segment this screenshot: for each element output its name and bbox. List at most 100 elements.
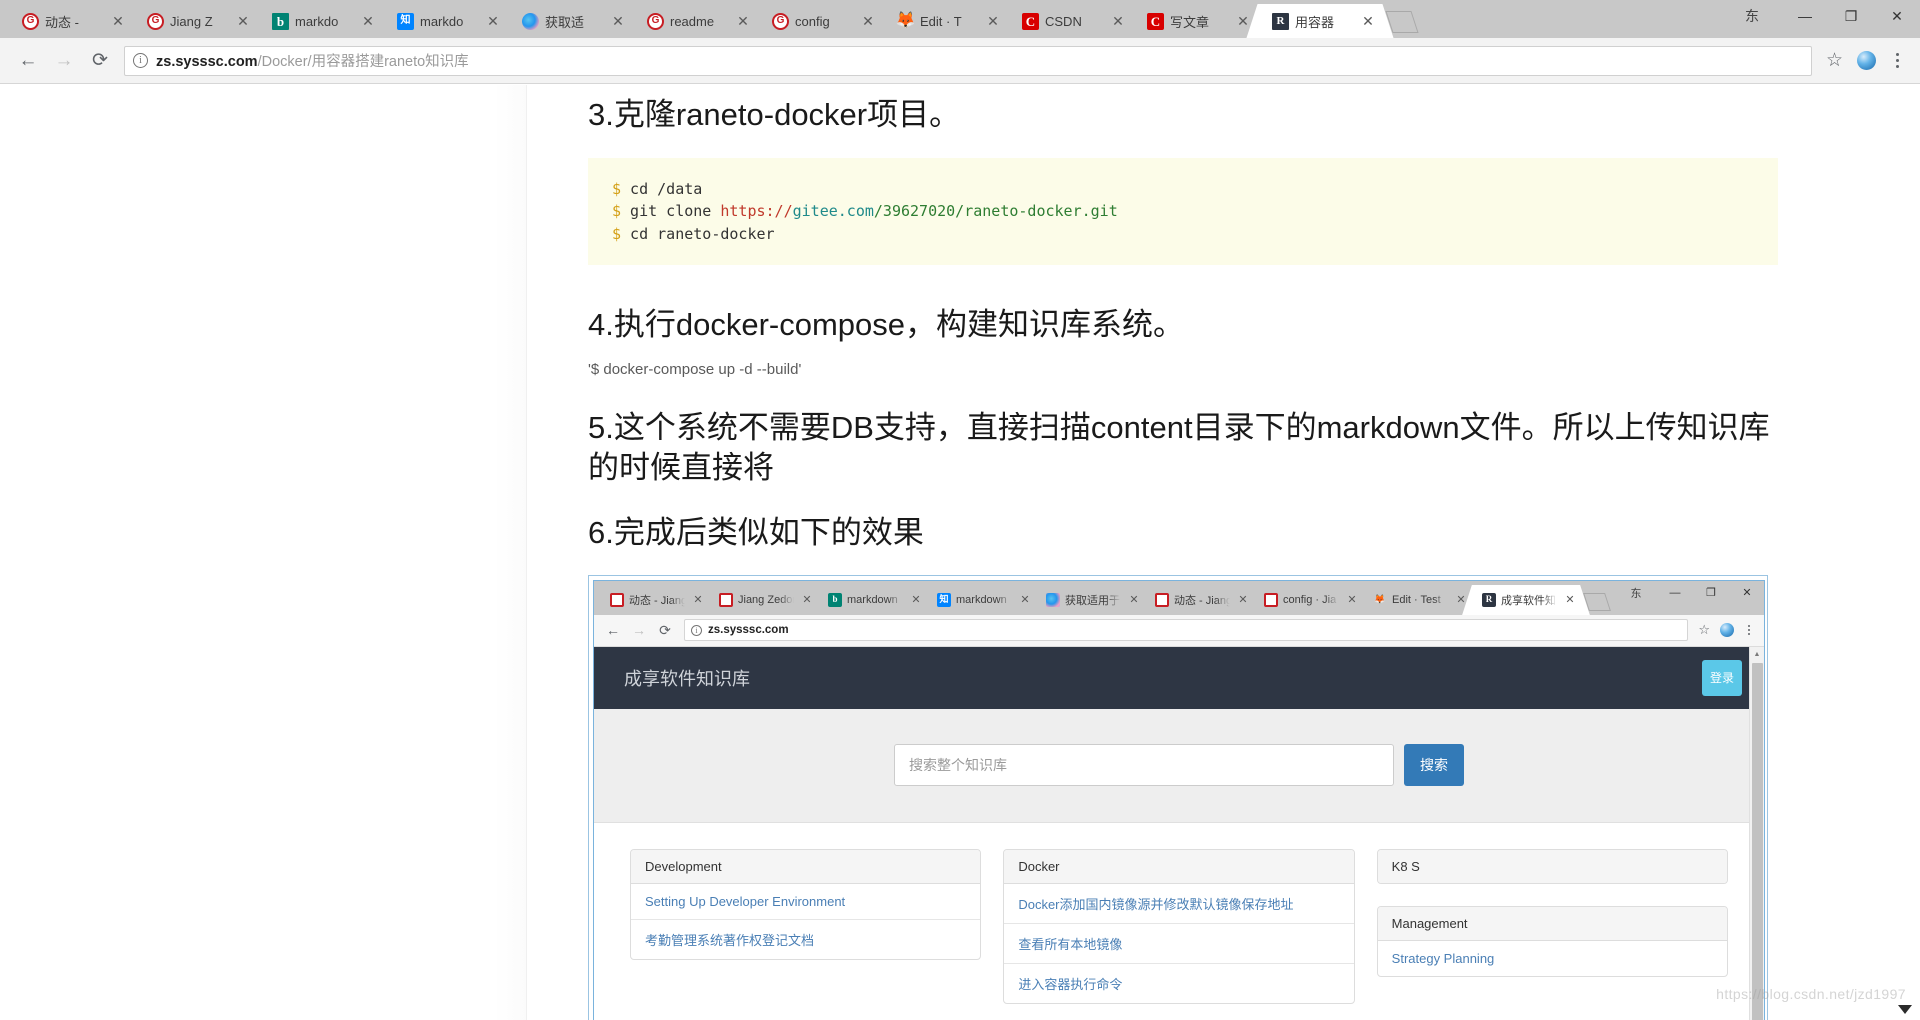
embedded-browser-tab: b markdown ✕ (808, 584, 936, 615)
tab-title: CSDN (1045, 13, 1082, 29)
embedded-browser-tab: Gconfig · Jia ✕ (1244, 584, 1372, 615)
minimize-button[interactable]: — (1782, 0, 1828, 32)
kb-category-title: K8 S (1377, 849, 1727, 883)
embedded-tab-close-icon: ✕ (1456, 594, 1466, 607)
code-url-protocol: https:// (720, 202, 793, 221)
browser-tab[interactable]: 🦊 Edit · T ✕ (871, 4, 1019, 38)
browser-menu-icon[interactable] (1884, 53, 1910, 68)
embedded-tab-close-icon: ✕ (1238, 594, 1248, 607)
kb-category-card: Docker Docker添加国内镜像源并修改默认镜像保存地址 查看所有本地镜像 进入… (1003, 848, 1355, 1004)
tab-title: Jiang Z (170, 13, 213, 29)
tab-close-icon[interactable]: ✕ (483, 11, 503, 31)
browser-tab[interactable]: 获取适 ✕ (496, 4, 644, 38)
window-close-button[interactable]: ✕ (1874, 0, 1920, 32)
embedded-url-text: zs.sysssc.com (708, 624, 789, 637)
extension-icon[interactable] (1857, 51, 1876, 70)
browser-tab[interactable]: G 动态 - ✕ (0, 4, 144, 38)
step-4-note: '$ docker-compose up -d --build' (588, 360, 802, 378)
shell-prompt: $ (612, 202, 622, 221)
kb-article-link: Strategy Planning (1391, 950, 1495, 966)
embedded-close-button: ✕ (1742, 587, 1752, 600)
kb-column: Development Setting Up Developer Environm… (630, 848, 982, 1004)
tab-title: Edit · T (920, 13, 962, 29)
url-domain: zs.sysssc.com (156, 54, 258, 70)
tab-title: readme (670, 13, 715, 29)
page-left-rail (0, 85, 527, 1020)
code-text: cd /data (621, 179, 703, 198)
tab-close-icon[interactable]: ✕ (858, 11, 878, 31)
browser-window: G 动态 - ✕ G Jiang Z ✕ b markdo ✕ 知 markdo ✕ 获取适 ✕ Grea… (0, 0, 1920, 1020)
embedded-tab-title: 获取适用于 (1065, 594, 1120, 607)
browser-tab[interactable]: Greadme ✕ (621, 4, 769, 38)
embedded-tab-title: 动态 - Jiang (629, 594, 685, 607)
embedded-tab-close-icon: ✕ (1565, 594, 1575, 607)
tab-close-icon[interactable]: ✕ (608, 11, 628, 31)
tab-title: 动态 - (45, 14, 79, 30)
kb-search-area: 搜索整个知识库 搜索 (594, 708, 1764, 823)
tab-close-icon[interactable]: ✕ (1108, 11, 1128, 31)
tab-title: markdo (295, 13, 339, 29)
scroll-down-caret-icon (1898, 1005, 1912, 1014)
kb-category-grid: Development Setting Up Developer Environm… (594, 822, 1764, 1004)
forward-icon[interactable]: → (46, 43, 82, 79)
tab-title: markdo (420, 13, 464, 29)
embedded-menu-icon (1740, 625, 1758, 636)
embedded-maximize-button: ❐ (1706, 587, 1716, 600)
browser-tab[interactable]: R 用容器 ✕ (1246, 4, 1394, 38)
kb-category-card: K8 S (1376, 848, 1728, 884)
embedded-tab-close-icon: ✕ (1347, 594, 1357, 607)
tab-close-icon[interactable]: ✕ (108, 11, 128, 31)
browser-tab[interactable]: C 写文章 ✕ (1121, 4, 1269, 38)
embedded-bookmark-star-icon: ☆ (1698, 622, 1710, 638)
embedded-address-bar: i zs.sysssc.com (684, 619, 1689, 642)
maximize-button[interactable]: ❐ (1828, 0, 1874, 32)
embedded-reload-icon: ⟳ (659, 621, 671, 638)
gitee-icon: G (772, 12, 789, 30)
tab-close-icon[interactable]: ✕ (358, 11, 378, 31)
embedded-favicon: 🦊 (1374, 594, 1386, 605)
new-tab-button[interactable] (1385, 9, 1423, 35)
browser-tab[interactable]: Gconfig ✕ (746, 4, 894, 38)
embedded-tab-title: markdown (956, 593, 1007, 606)
embedded-minimize-button: — (1669, 586, 1681, 599)
browser-tab[interactable]: 知 markdo ✕ (371, 4, 519, 38)
gitee-icon: G (147, 12, 164, 30)
embedded-tab-title: config · Jia (1283, 593, 1337, 606)
browser-tab[interactable]: b markdo ✕ (246, 4, 394, 38)
tab-close-icon[interactable]: ✕ (1358, 11, 1378, 31)
gitlab-icon: 🦊 (895, 12, 916, 29)
browser-tab[interactable]: G Jiang Z ✕ (121, 4, 269, 38)
tab-close-icon[interactable]: ✕ (983, 11, 1003, 31)
code-line-2: $ git clone https://gitee.com/39627020/r… (612, 200, 1754, 223)
code-url-path: /39627020/raneto-docker.git (873, 202, 1118, 221)
embedded-tab-title: Jiang Zedon (738, 593, 794, 606)
profile-button[interactable]: 东 (1722, 0, 1782, 32)
url-path: /Docker/用容器搭建raneto知识库 (257, 54, 469, 70)
kb-brand-title: 成享软件知识库 (624, 668, 750, 689)
browser-tab[interactable]: C CSDN ✕ (996, 4, 1144, 38)
gitee-icon: G (647, 12, 664, 30)
tab-close-icon[interactable]: ✕ (1233, 11, 1253, 31)
embedded-browser-tab: 知 markdown ✕ (917, 584, 1045, 615)
embedded-new-tab-button (1583, 591, 1615, 613)
code-block: $ cd /data $ git clone https://gitee.com… (588, 157, 1778, 266)
embedded-back-icon: ← (606, 622, 620, 639)
address-bar[interactable]: i zs.sysssc.com/Docker/用容器搭建raneto知识库 (124, 45, 1812, 76)
embedded-tab-strip: G 动态 - Jiang ✕ G Jiang Zedon ✕ b markdown ✕ 知 mark… (594, 580, 1764, 615)
tab-close-icon[interactable]: ✕ (733, 11, 753, 31)
tab-close-icon[interactable]: ✕ (233, 11, 253, 31)
article-content: 3.克隆raneto-docker项目。 $ cd /data $ git cl… (588, 85, 1778, 1020)
page-viewport: 3.克隆raneto-docker项目。 $ cd /data $ git cl… (0, 85, 1920, 1020)
embedded-favicon: G (1264, 592, 1278, 607)
reload-icon[interactable]: ⟳ (82, 43, 118, 79)
back-icon[interactable]: ← (10, 43, 46, 79)
bookmark-star-icon[interactable]: ☆ (1820, 49, 1849, 72)
kb-login-button: 登录 (1702, 659, 1742, 696)
site-info-icon[interactable]: i (133, 53, 148, 68)
embedded-tab-close-icon: ✕ (1129, 594, 1139, 607)
embedded-browser-tab: R 成享软件知 ✕ (1462, 584, 1590, 615)
embedded-browser-tab: 🦊 Edit · Test ✕ (1353, 584, 1481, 615)
kb-category-title: Management (1377, 906, 1727, 941)
embedded-tab-close-icon: ✕ (1020, 594, 1030, 607)
step-4-heading: 4.执行docker-compose，构建知识库系统。 (588, 307, 1185, 343)
